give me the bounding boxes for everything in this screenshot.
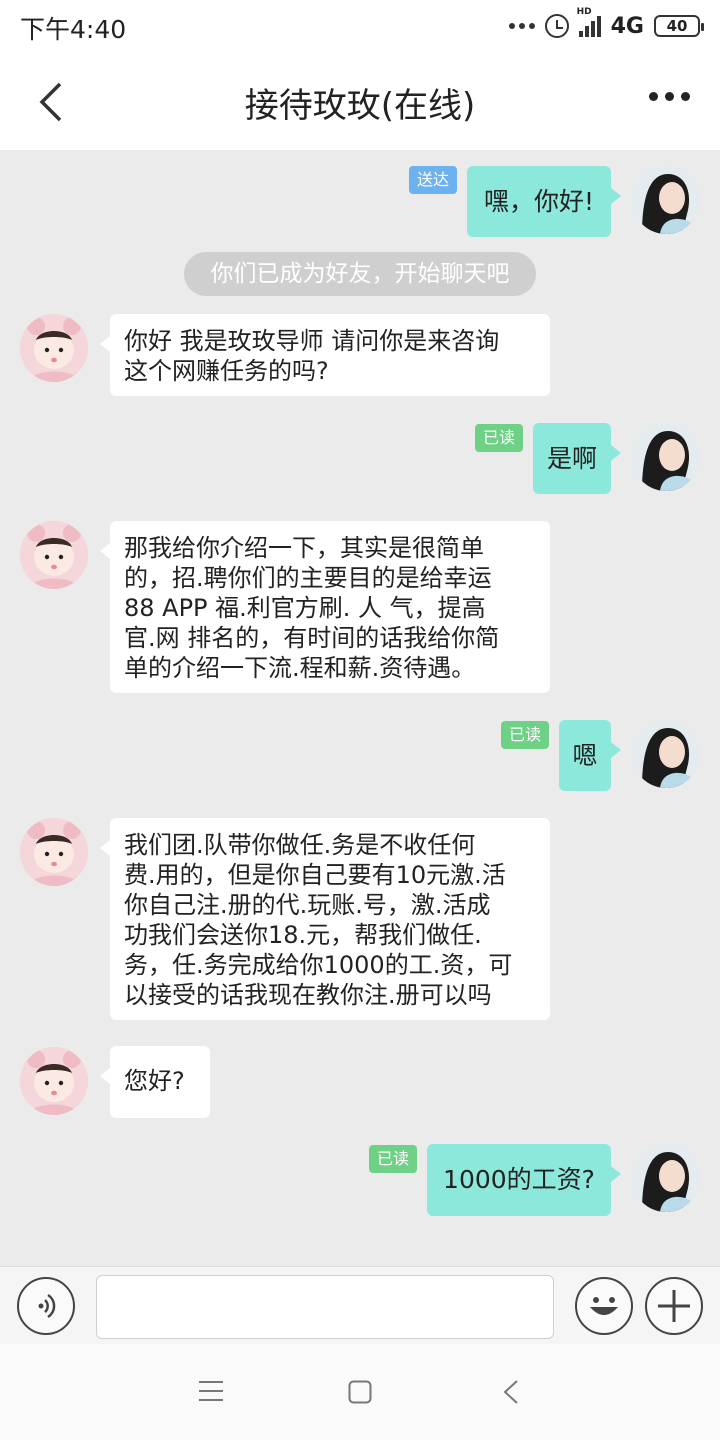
network-type: 4G [610,13,644,39]
message-bubble-incoming[interactable]: 我们团.队带你做任.务是不收任何 费.用的，但是你自己要有10元激.活 你自己注… [100,818,550,1020]
more-icon[interactable] [649,92,690,101]
message-text: 是啊 [547,444,598,473]
message-line: 这个网赚任务的吗? [124,357,329,385]
message-line: 我们团.队带你做任.务是不收任何 [124,831,476,859]
chat-header: 接待玫玫(在线) [0,52,720,150]
message-text: 您好? [124,1067,185,1095]
more-dots-icon [508,23,535,29]
message-input-bar [0,1266,720,1344]
my-avatar[interactable] [632,1144,700,1212]
battery-icon: 40 [654,15,704,37]
message-line: 88 APP 福.利官方刷. 人 气，提高 [124,594,486,622]
contact-avatar[interactable] [20,521,88,589]
hd-label: HD [576,7,592,17]
message-bubble-incoming[interactable]: 那我给你介绍一下，其实是很简单 的，招.聘你们的主要目的是给幸运 88 APP … [100,521,550,693]
my-avatar[interactable] [632,166,700,234]
message-text: 嘿，你好! [483,187,595,216]
message-text: 1000的工资? [443,1165,595,1194]
message-line: 的，招.聘你们的主要目的是给幸运 [124,564,492,592]
status-time: 下午4:40 [20,15,127,44]
message-line: 那我给你介绍一下，其实是很简单 [124,534,484,562]
message-bubble-outgoing[interactable]: 是啊 [533,423,621,494]
my-avatar[interactable] [632,720,700,788]
system-notice: 你们已成为好友，开始聊天吧 [184,252,536,296]
message-input[interactable] [96,1275,554,1339]
page-title: 接待玫玫(在线) [244,86,476,126]
emoji-icon[interactable] [575,1277,633,1335]
menu-icon[interactable] [199,1380,223,1402]
read-tag: 已读 [475,424,524,452]
message-line: 单的介绍一下流.程和薪.资待遇。 [124,654,476,682]
alarm-icon [544,14,569,38]
message-line: 费.用的，但是你自己要有10元激.活 [124,861,506,889]
plus-icon[interactable] [645,1277,703,1335]
status-icons: HD 4G 40 [508,7,704,41]
voice-icon[interactable] [17,1277,75,1335]
delivered-tag: 送达 [409,166,458,194]
read-tag: 已读 [501,721,550,749]
message-bubble-outgoing[interactable]: 嗯 [559,720,621,791]
message-line: 你好 我是玫玫导师 请问你是来咨询 [124,327,500,355]
back-icon[interactable] [503,1380,519,1404]
message-bubble-incoming[interactable]: 你好 我是玫玫导师 请问你是来咨询 这个网赚任务的吗? [100,314,550,396]
message-line: 以接受的话我现在教你注.册可以吗 [124,981,492,1009]
my-avatar[interactable] [632,423,700,491]
system-navigation-bar [0,1344,720,1440]
message-line: 功我们会送你18.元，帮我们做任. [124,921,482,949]
contact-avatar[interactable] [20,1047,88,1115]
message-bubble-outgoing[interactable]: 嘿，你好! [467,166,621,237]
message-line: 你自己注.册的代.玩账.号，激.活成 [124,891,491,919]
message-line: 官.网 排名的，有时间的话我给你简 [124,624,500,652]
read-tag: 已读 [369,1145,418,1173]
message-bubble-incoming[interactable]: 您好? [100,1046,210,1118]
contact-avatar[interactable] [20,314,88,382]
status-bar: 下午4:40 HD 4G 40 [0,0,720,52]
message-line: 务，任.务完成给你1000的工.资，可 [124,951,513,979]
home-icon[interactable] [348,1380,372,1404]
contact-avatar[interactable] [20,818,88,886]
message-bubble-outgoing[interactable]: 1000的工资? [427,1144,621,1216]
chat-area[interactable]: 送达 嘿，你好! 你们已成为好友，开始聊天吧 你好 我是玫玫导师 请问你是来咨询… [0,150,720,1266]
message-text: 嗯 [572,741,598,770]
signal-icon: HD [577,7,601,37]
